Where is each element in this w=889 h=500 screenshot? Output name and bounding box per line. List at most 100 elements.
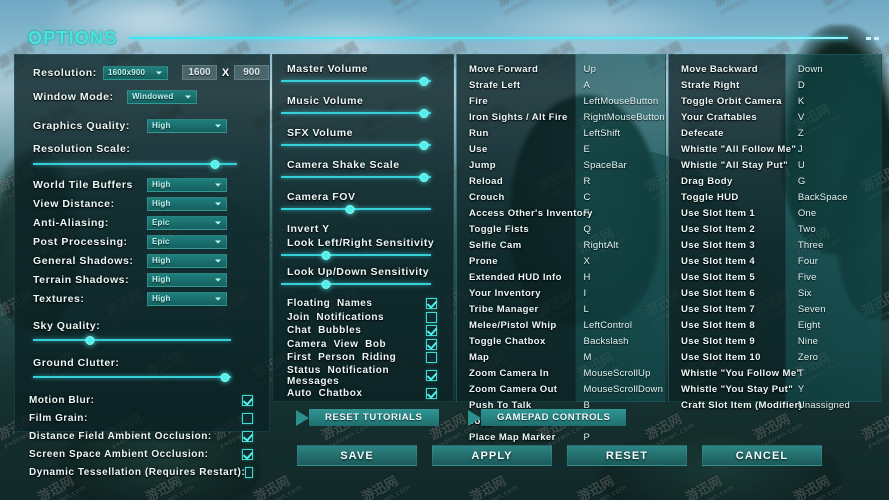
keybinding-row[interactable]: Run LeftShift <box>457 125 665 141</box>
keybinding-row[interactable]: Drag Body G <box>669 173 881 189</box>
slider-knob[interactable] <box>210 159 220 169</box>
keybinding-key[interactable]: Four <box>790 256 881 267</box>
keybinding-key[interactable]: Six <box>790 288 881 299</box>
keybinding-key[interactable]: A <box>576 80 665 91</box>
resolution-height-field[interactable]: 900 <box>234 65 269 80</box>
audio-slider[interactable] <box>281 140 431 150</box>
audio-checkbox[interactable] <box>426 338 437 350</box>
video-checkbox[interactable] <box>242 412 253 424</box>
slider-knob[interactable] <box>321 279 331 289</box>
audio-checkbox-row[interactable]: Chat Bubbles <box>273 324 453 338</box>
keybinding-key[interactable]: E <box>576 144 665 155</box>
keybinding-row[interactable]: Use Slot Item 10 Zero <box>669 349 881 365</box>
video-checkbox[interactable] <box>242 448 253 460</box>
audio-slider[interactable] <box>281 172 431 182</box>
keybinding-key[interactable]: SpaceBar <box>576 160 665 171</box>
ground-clutter-slider[interactable] <box>33 372 231 382</box>
keybinding-row[interactable]: Toggle HUD BackSpace <box>669 189 881 205</box>
video-checkbox-row[interactable]: Film Grain: <box>15 409 269 427</box>
audio-checkbox-row[interactable]: Join Notifications <box>273 311 453 325</box>
window-mode-dropdown[interactable]: Windowed <box>127 89 197 104</box>
video-checkbox[interactable] <box>242 430 253 442</box>
graphics-quality-dropdown[interactable]: High <box>147 118 227 133</box>
keybinding-key[interactable]: Nine <box>790 336 881 347</box>
keybinding-key[interactable]: MouseScrollDown <box>576 384 665 395</box>
reset-button[interactable]: RESET <box>567 445 687 466</box>
keybinding-key[interactable]: P <box>576 432 665 443</box>
keybinding-row[interactable]: Crouch C <box>457 189 665 205</box>
keybinding-key[interactable]: C <box>576 192 665 203</box>
keybinding-key[interactable]: Y <box>790 384 881 395</box>
keybinding-key[interactable]: U <box>790 160 881 171</box>
keybinding-row[interactable]: Use Slot Item 8 Eight <box>669 317 881 333</box>
keybinding-key[interactable]: L <box>576 304 665 315</box>
video-option-dropdown[interactable]: Epic <box>147 234 227 249</box>
slider-knob[interactable] <box>220 372 230 382</box>
slider-knob[interactable] <box>345 204 355 214</box>
sensitivity-slider[interactable] <box>281 279 431 289</box>
video-option-dropdown[interactable]: High <box>147 177 227 192</box>
keybinding-row[interactable]: Use Slot Item 6 Six <box>669 285 881 301</box>
keybinding-row[interactable]: Your Craftables V <box>669 109 881 125</box>
keybinding-row[interactable]: Use Slot Item 7 Seven <box>669 301 881 317</box>
video-checkbox-row[interactable]: Motion Blur: <box>15 391 269 409</box>
keybinding-row[interactable]: Use Slot Item 3 Three <box>669 237 881 253</box>
video-checkbox-row[interactable]: Dynamic Tessellation (Requires Restart): <box>15 463 269 481</box>
keybinding-key[interactable]: Unassigned <box>790 400 881 411</box>
keybinding-key[interactable]: K <box>790 96 881 107</box>
keybinding-key[interactable]: Q <box>576 224 665 235</box>
audio-checkbox[interactable] <box>426 387 437 399</box>
keybinding-row[interactable]: Use Slot Item 4 Four <box>669 253 881 269</box>
keybinding-key[interactable]: Z <box>790 128 881 139</box>
invert-y-row[interactable]: Invert Y <box>273 223 453 235</box>
keybinding-row[interactable]: Strafe Left A <box>457 77 665 93</box>
slider-knob[interactable] <box>419 172 428 182</box>
resolution-width-field[interactable]: 1600 <box>182 65 217 80</box>
keybinding-key[interactable]: R <box>576 176 665 187</box>
keybinding-key[interactable]: G <box>790 176 881 187</box>
keybinding-row[interactable]: Place Map Marker P <box>457 429 665 445</box>
audio-checkbox-row[interactable]: Camera View Bob <box>273 338 453 352</box>
keybinding-row[interactable]: Jump SpaceBar <box>457 157 665 173</box>
slider-knob[interactable] <box>419 140 428 150</box>
keybinding-row[interactable]: Melee/Pistol Whip LeftControl <box>457 317 665 333</box>
audio-checkbox[interactable] <box>426 311 437 323</box>
audio-checkbox[interactable] <box>426 298 437 310</box>
keybinding-key[interactable]: X <box>576 256 665 267</box>
keybinding-row[interactable]: Toggle Chatbox Backslash <box>457 333 665 349</box>
video-option-dropdown[interactable]: High <box>147 196 227 211</box>
slider-knob[interactable] <box>419 76 428 86</box>
keybinding-key[interactable]: One <box>790 208 881 219</box>
video-checkbox[interactable] <box>245 466 253 478</box>
audio-slider[interactable] <box>281 76 431 86</box>
keybinding-key[interactable]: Up <box>576 64 665 75</box>
video-option-dropdown[interactable]: Epic <box>147 215 227 230</box>
keybinding-row[interactable]: Zoom Camera In MouseScrollUp <box>457 365 665 381</box>
audio-checkbox[interactable] <box>426 325 437 337</box>
video-option-dropdown[interactable]: High <box>147 291 227 306</box>
resolution-dropdown[interactable]: 1600x900 <box>103 65 169 80</box>
keybinding-row[interactable]: Your Inventory I <box>457 285 665 301</box>
keybinding-row[interactable]: Use Slot Item 9 Nine <box>669 333 881 349</box>
cancel-button[interactable]: CANCEL <box>702 445 822 466</box>
keybinding-row[interactable]: Whistle "All Follow Me" J <box>669 141 881 157</box>
keybinding-key[interactable]: V <box>790 112 881 123</box>
keybinding-row[interactable]: Use Slot Item 1 One <box>669 205 881 221</box>
keybinding-key[interactable]: Zero <box>790 352 881 363</box>
keybinding-key[interactable]: J <box>790 144 881 155</box>
resolution-scale-slider[interactable] <box>33 159 237 169</box>
keybinding-row[interactable]: Reload R <box>457 173 665 189</box>
keybinding-key[interactable]: Two <box>790 224 881 235</box>
keybinding-key[interactable]: LeftControl <box>576 320 665 331</box>
audio-slider[interactable] <box>281 204 431 214</box>
keybinding-row[interactable]: Zoom Camera Out MouseScrollDown <box>457 381 665 397</box>
video-checkbox-row[interactable]: Screen Space Ambient Occlusion: <box>15 445 269 463</box>
keybinding-row[interactable]: Prone X <box>457 253 665 269</box>
audio-slider[interactable] <box>281 108 431 118</box>
keybinding-key[interactable]: H <box>576 272 665 283</box>
audio-checkbox-row[interactable]: Status Notification Messages <box>273 365 453 387</box>
keybinding-row[interactable]: Craft Slot Item (Modifier) Unassigned <box>669 397 881 413</box>
audio-checkbox[interactable] <box>426 370 437 381</box>
save-button[interactable]: SAVE <box>297 445 417 466</box>
reset-tutorials-button[interactable]: RESET TUTORIALS <box>296 409 439 426</box>
